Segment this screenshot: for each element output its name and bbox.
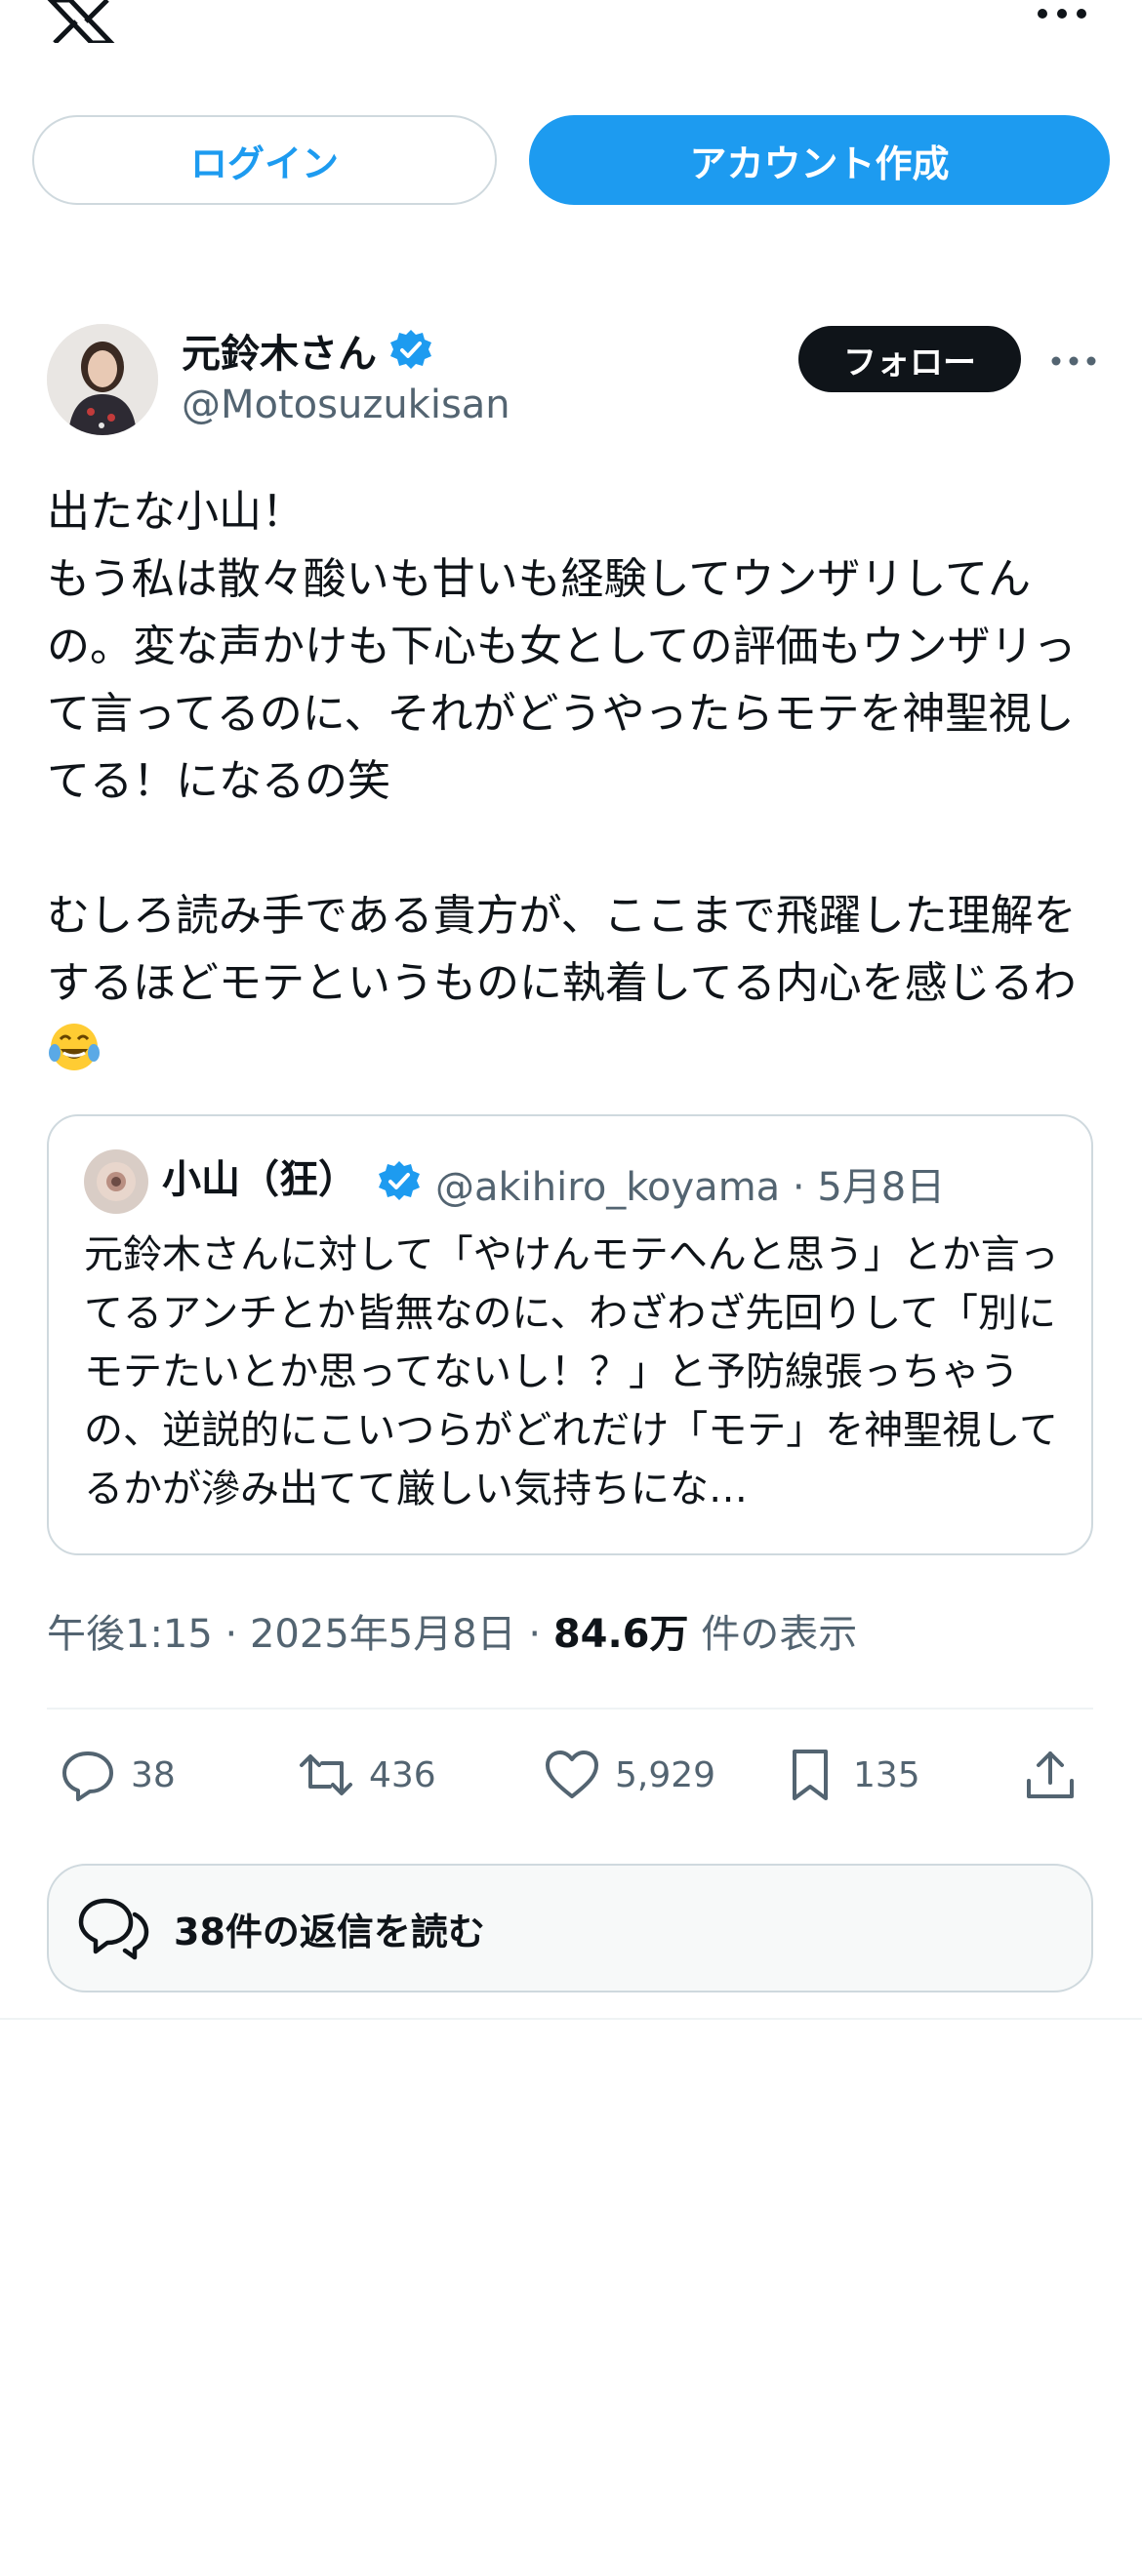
view-label: 件の表示 [688,1612,858,1657]
section-divider [0,2018,1142,2020]
login-button[interactable]: ログイン [32,115,497,205]
tweet-more-icon[interactable] [1046,342,1101,381]
like-count: 5,929 [615,1754,716,1795]
like-action[interactable]: 5,929 [543,1741,715,1809]
x-logo-icon[interactable] [47,0,115,43]
tweet-body: 出たな小山！ もう私は散々酸いも甘いも経験してウンザリしてんの。変な声かけも下心… [47,487,1077,1008]
quoted-date: · 5月8日 [792,1165,946,1210]
quoted-verified-badge-icon [379,1161,420,1200]
tweet-time[interactable]: 午後1:15 · 2025年5月8日 · [47,1612,553,1657]
heart-icon [546,1751,598,1798]
quoted-handle-date: @akihiro_koyama · 5月8日 [435,1155,945,1212]
reply-action[interactable]: 38 [59,1741,176,1809]
share-action[interactable] [1021,1741,1080,1809]
bookmark-icon [793,1750,828,1800]
reply-count: 38 [131,1754,176,1795]
tweet-meta: 午後1:15 · 2025年5月8日 · 84.6万 件の表示 [47,1602,857,1659]
read-replies-button[interactable]: 38件の返信を読む [47,1864,1093,1992]
repost-count: 436 [369,1754,436,1795]
quoted-author-handle: @akihiro_koyama [435,1165,781,1210]
more-icon[interactable] [1033,0,1091,27]
reply-icon [62,1751,113,1801]
verified-badge-icon [390,330,431,369]
follow-button[interactable]: フォロー [798,326,1021,392]
replies-bubble-icon [78,1898,149,1960]
tweet-text: 出たな小山！ もう私は散々酸いも甘いも経験してウンザリしてんの。変な声かけも下心… [47,478,1101,1084]
bookmark-count: 135 [853,1754,920,1795]
repost-icon [300,1754,352,1795]
share-icon [1027,1751,1074,1798]
repost-action[interactable]: 436 [297,1741,436,1809]
author-avatar[interactable] [47,324,158,435]
author-handle[interactable]: @Motosuzukisan [182,382,510,427]
top-bar [0,0,1142,88]
signup-button[interactable]: アカウント作成 [529,115,1110,205]
quoted-author-avatar[interactable] [84,1149,148,1214]
tears-of-joy-emoji-icon [49,1024,100,1070]
bookmark-action[interactable]: 135 [781,1741,920,1809]
view-count: 84.6万 [552,1612,689,1657]
read-replies-label: 38件の返信を読む [174,1910,485,1953]
quoted-tweet-text: 元鈴木さんに対して「やけんモテへんと思う」とか言ってるアンチとか皆無なのに、わざ… [84,1232,1059,1511]
author-name[interactable]: 元鈴木さん [182,322,377,379]
quoted-author-name: 小山（狂） [162,1157,357,1202]
author-name-row: 元鈴木さん [182,322,433,379]
quoted-tweet-card[interactable]: 小山（狂） @akihiro_koyama · 5月8日 元鈴木さんに対して「や… [47,1114,1093,1555]
divider [47,1708,1093,1710]
